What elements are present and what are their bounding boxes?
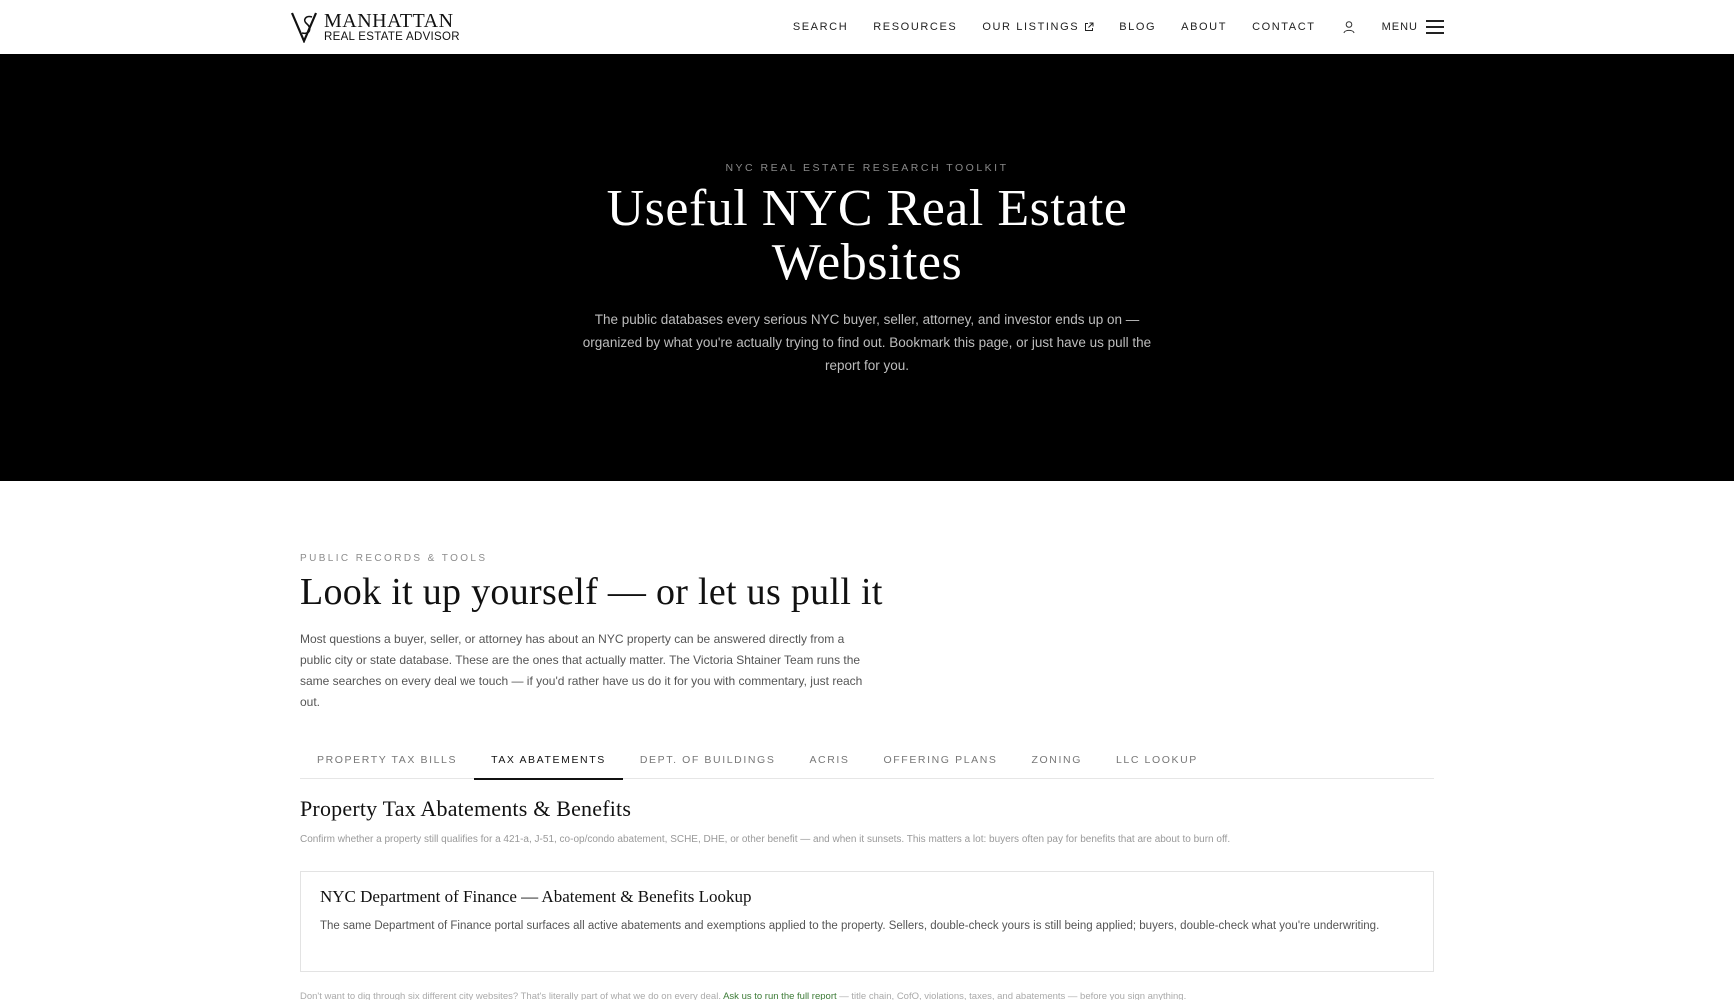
section-eyebrow: PUBLIC RECORDS & TOOLS [300, 553, 488, 564]
section-title: Look it up yourself — or let us pull it [300, 571, 883, 613]
resource-card-title[interactable]: NYC Department of Finance — Abatement & … [320, 887, 1414, 907]
tab-offering-plans[interactable]: OFFERING PLANS [867, 741, 1015, 779]
nav-about[interactable]: ABOUT [1181, 21, 1227, 33]
tab-tax-abatements[interactable]: TAX ABATEMENTS [474, 741, 623, 780]
main-nav: SEARCH RESOURCES OUR LISTINGS BLOG ABOUT… [768, 0, 1444, 54]
site-header: MANHATTAN REAL ESTATE ADVISOR SEARCH RES… [0, 0, 1734, 54]
hero-eyebrow: NYC REAL ESTATE RESEARCH TOOLKIT [725, 162, 1009, 174]
tab-dept-of-buildings[interactable]: DEPT. OF BUILDINGS [623, 741, 793, 779]
logo-vs-monogram-icon [290, 12, 318, 43]
nav-blog[interactable]: BLOG [1119, 21, 1156, 33]
nav-search[interactable]: SEARCH [793, 21, 848, 33]
logo-wordmark: MANHATTAN [324, 9, 454, 32]
hero-title: Useful NYC Real Estate Websites [606, 180, 1128, 291]
tab-zoning[interactable]: ZONING [1015, 741, 1099, 779]
menu-button[interactable]: MENU [1382, 20, 1444, 34]
external-link-icon [1085, 22, 1094, 31]
nav-resources[interactable]: RESOURCES [873, 21, 957, 33]
tab-llc-lookup[interactable]: LLC LOOKUP [1099, 741, 1215, 779]
site-logo[interactable]: MANHATTAN REAL ESTATE ADVISOR [290, 10, 460, 44]
section-description: Most questions a buyer, seller, or attor… [300, 632, 863, 709]
hero-banner: NYC REAL ESTATE RESEARCH TOOLKIT Useful … [0, 54, 1734, 481]
full-report-link[interactable]: Ask us to run the full report [723, 991, 837, 1000]
hamburger-menu-icon [1426, 20, 1444, 34]
tab-property-tax-bills[interactable]: PROPERTY TAX BILLS [300, 741, 474, 779]
panel-title: Property Tax Abatements & Benefits [300, 796, 632, 821]
resource-card-description: The same Department of Finance portal su… [320, 920, 1380, 932]
resource-card[interactable]: NYC Department of Finance — Abatement & … [300, 871, 1434, 972]
footnote-text-before: Don't want to dig through six different … [300, 991, 724, 1000]
hero-description: The public databases every serious NYC b… [582, 312, 1152, 373]
nav-our-listings-label: OUR LISTINGS [982, 21, 1080, 33]
panel-description: Confirm whether a property still qualifi… [300, 834, 1231, 845]
nav-contact[interactable]: CONTACT [1252, 21, 1316, 33]
menu-label: MENU [1381, 21, 1418, 33]
resource-tabs: PROPERTY TAX BILLS TAX ABATEMENTS DEPT. … [300, 741, 1434, 780]
tab-acris[interactable]: ACRIS [792, 741, 866, 779]
user-account-icon[interactable] [1342, 20, 1356, 34]
footnote-text-after: — title chain, CofO, violations, taxes, … [836, 991, 1187, 1000]
nav-our-listings[interactable]: OUR LISTINGS [982, 21, 1094, 33]
footnote: Don't want to dig through six different … [300, 991, 1186, 1000]
logo-tagline: REAL ESTATE ADVISOR [324, 30, 460, 43]
